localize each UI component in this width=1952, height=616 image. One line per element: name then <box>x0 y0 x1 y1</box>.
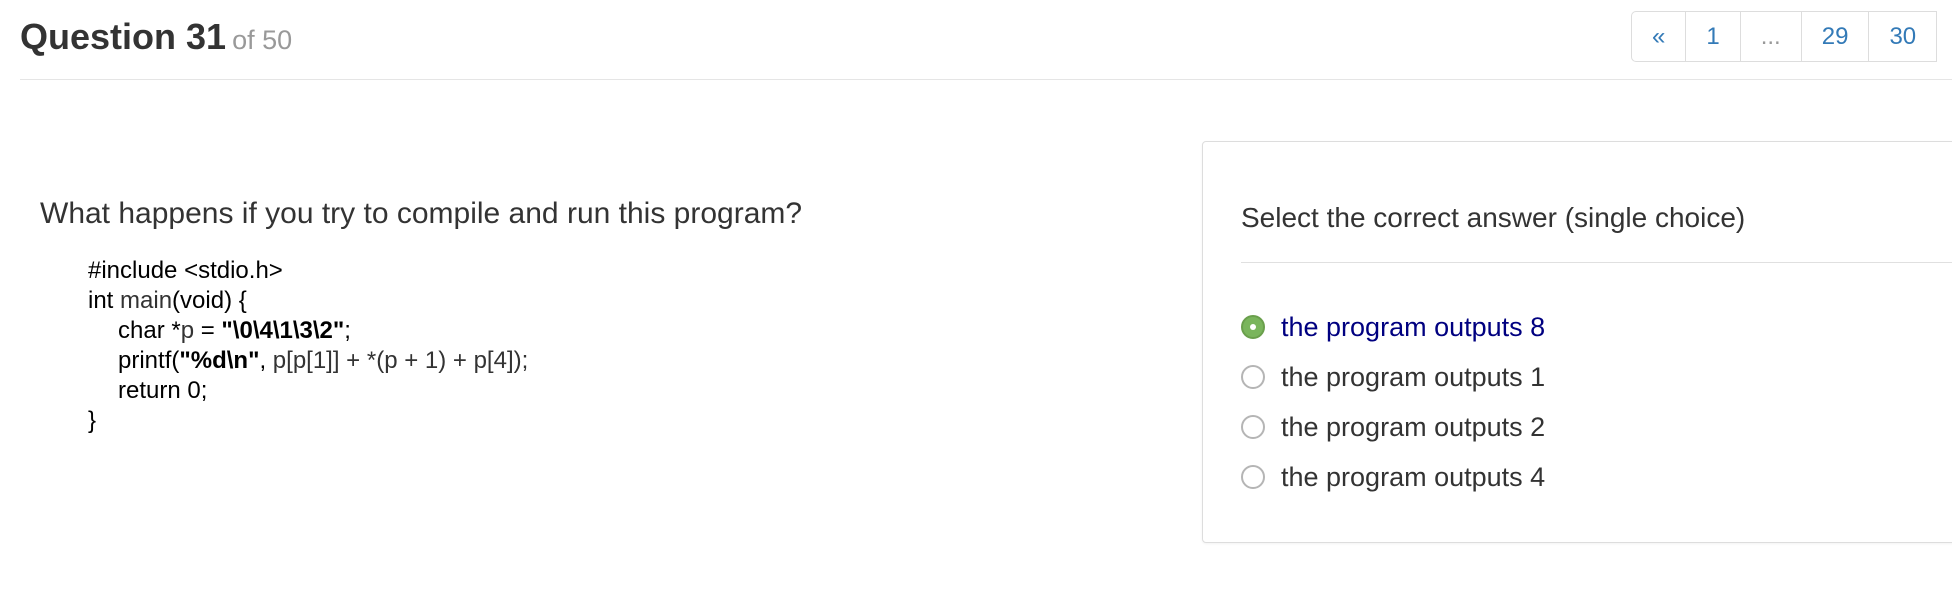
answer-option[interactable]: the program outputs 8 <box>1241 302 1545 352</box>
answer-option[interactable]: the program outputs 2 <box>1241 402 1545 452</box>
pagination-ellipsis: ... <box>1741 12 1802 61</box>
radio-button[interactable] <box>1241 465 1265 489</box>
answer-option-label[interactable]: the program outputs 2 <box>1281 412 1545 443</box>
code-block: #include <stdio.h> int main(void) { char *… <box>88 256 528 436</box>
answer-option[interactable]: the program outputs 1 <box>1241 352 1545 402</box>
question-text: What happens if you try to compile and r… <box>40 197 803 230</box>
radio-button[interactable] <box>1241 415 1265 439</box>
divider <box>1241 262 1952 263</box>
answer-heading: Select the correct answer (single choice… <box>1241 202 1746 233</box>
pagination: « 1 ... 29 30 <box>1631 11 1938 62</box>
code-line: return 0; <box>118 377 208 404</box>
radio-button[interactable] <box>1241 365 1265 389</box>
quiz-page: Question 31 of 50 « 1 ... 29 30 What happ… <box>0 0 1952 616</box>
code-line: char *p = "\0\4\1\3\2"; <box>118 317 351 344</box>
answer-option-label[interactable]: the program outputs 8 <box>1281 312 1545 343</box>
radio-button-checked[interactable] <box>1241 315 1265 339</box>
page-title: Question 31 of 50 <box>20 16 292 58</box>
code-line: #include <stdio.h> <box>88 257 283 284</box>
answer-option-label[interactable]: the program outputs 1 <box>1281 362 1545 393</box>
answer-option[interactable]: the program outputs 4 <box>1241 452 1545 502</box>
code-line: printf("%d\n", p[p[1]] + *(p + 1) + p[4]… <box>118 347 529 374</box>
question-number: Question 31 <box>20 16 227 57</box>
pagination-page-30[interactable]: 30 <box>1869 12 1938 61</box>
question-total: of 50 <box>232 25 293 55</box>
pagination-page-29[interactable]: 29 <box>1802 12 1870 61</box>
pagination-page-1[interactable]: 1 <box>1686 12 1741 61</box>
answer-option-label[interactable]: the program outputs 4 <box>1281 462 1545 493</box>
answer-panel: Select the correct answer (single choice… <box>1202 141 1952 543</box>
answer-options: the program outputs 8 the program output… <box>1241 302 1545 502</box>
question-header: Question 31 of 50 « 1 ... 29 30 <box>20 0 1952 80</box>
code-line: } <box>88 407 97 434</box>
code-line: int main(void) { <box>88 287 247 314</box>
pagination-prev-button[interactable]: « <box>1632 12 1687 61</box>
